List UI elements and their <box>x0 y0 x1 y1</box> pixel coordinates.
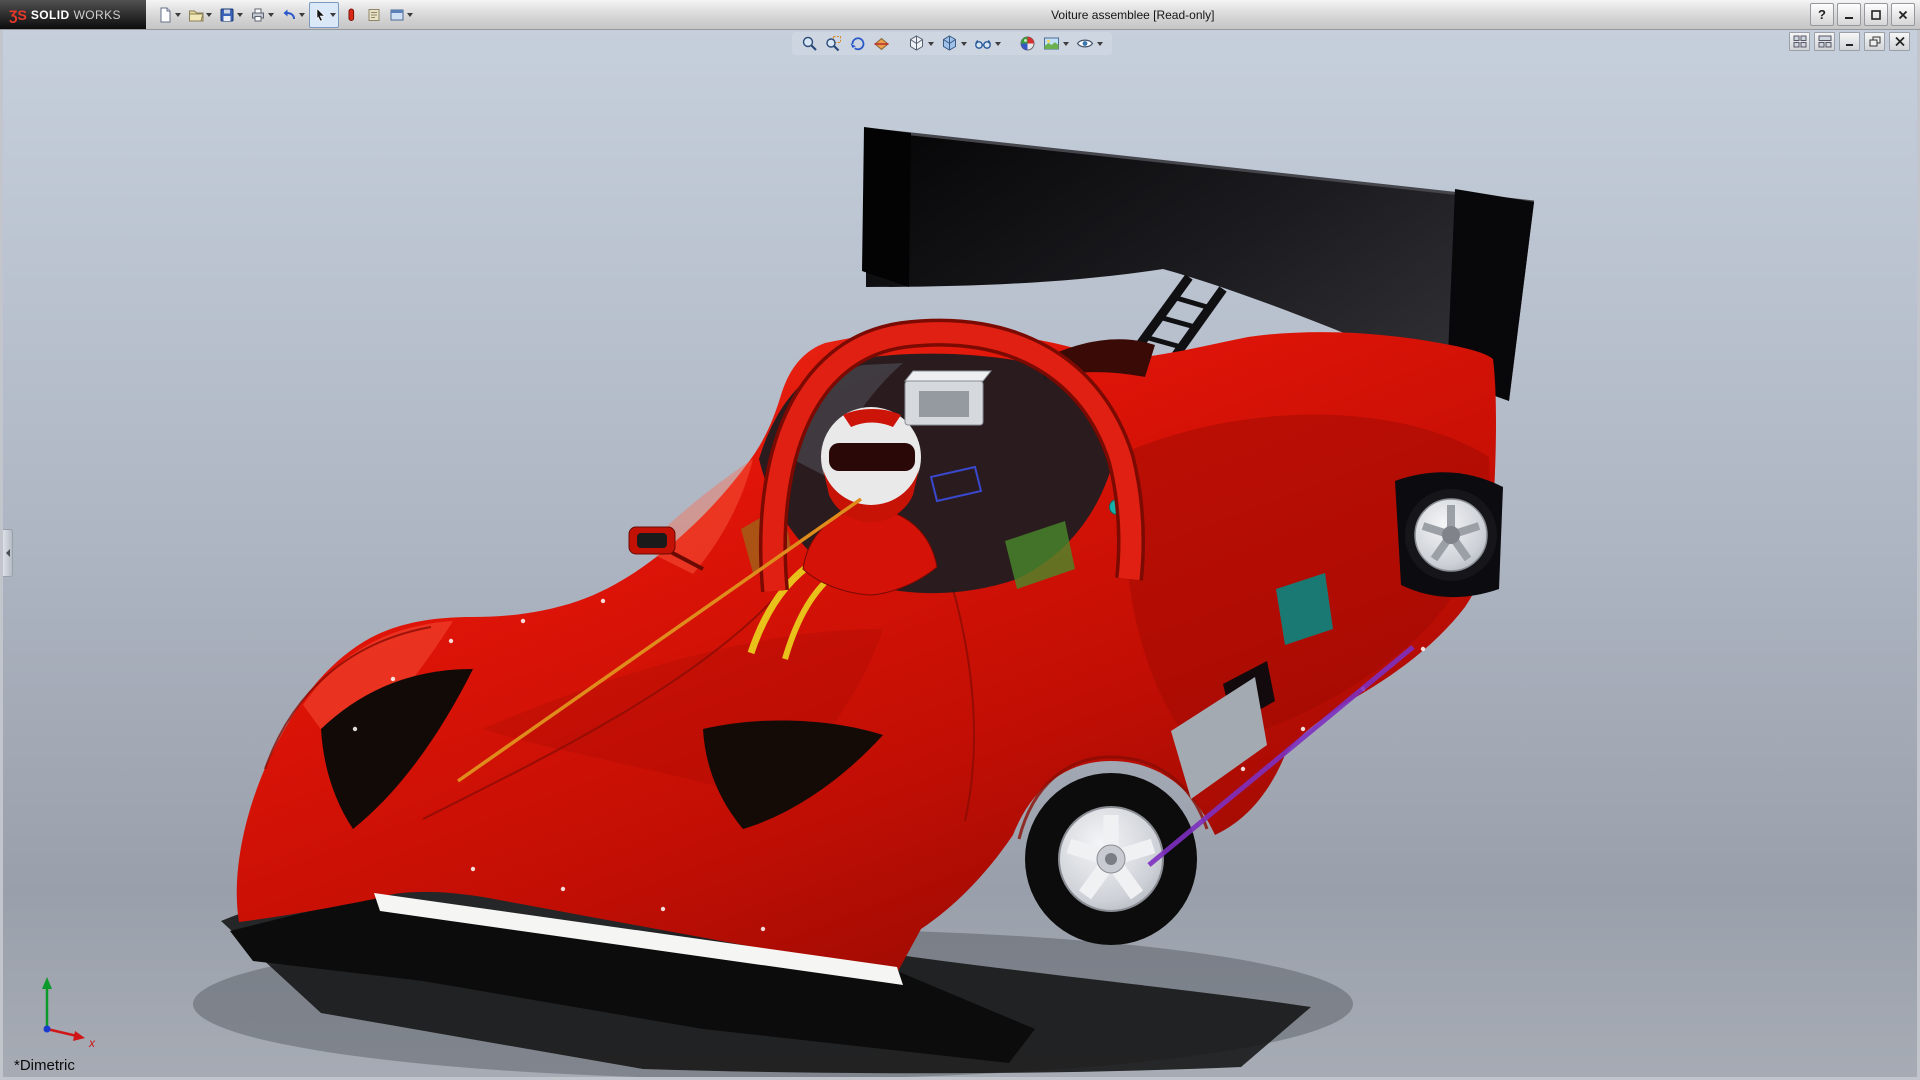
dropdown-caret-icon <box>1063 42 1069 46</box>
title-bar: ƷS SOLID WORKS <box>0 0 1920 30</box>
maximize-button[interactable] <box>1864 3 1888 26</box>
dropdown-caret-icon <box>299 13 305 17</box>
rear-wheel[interactable] <box>1025 773 1197 945</box>
window-controls: ? <box>1810 3 1915 26</box>
brand-works: WORKS <box>74 8 121 22</box>
zoom-to-fit-button[interactable] <box>800 34 819 53</box>
open-button[interactable] <box>185 2 215 28</box>
view-orientation-label: *Dimetric <box>14 1057 75 1074</box>
rebuild-icon <box>366 7 382 23</box>
brand-solid: SOLID <box>31 8 70 22</box>
undo-button[interactable] <box>278 2 308 28</box>
close-button[interactable] <box>1891 3 1915 26</box>
print-button[interactable] <box>247 2 277 28</box>
zoom-to-fit-icon <box>801 35 818 52</box>
open-folder-icon <box>188 7 204 23</box>
minimize-button[interactable] <box>1837 3 1861 26</box>
apply-scene-icon <box>1043 35 1060 52</box>
save-button[interactable] <box>216 2 246 28</box>
zoom-to-area-icon <box>825 35 842 52</box>
hide-show-items-icon <box>974 35 992 52</box>
airbox[interactable] <box>905 371 991 425</box>
print-icon <box>250 7 266 23</box>
cascade-windows-button[interactable] <box>1789 32 1810 51</box>
dropdown-caret-icon <box>1097 42 1103 46</box>
chevron-left-icon <box>6 549 10 557</box>
dropdown-caret-icon <box>928 42 934 46</box>
reference-geometry-icon <box>343 7 359 23</box>
dropdown-caret-icon <box>268 13 274 17</box>
heads-up-view-toolbar <box>792 32 1112 55</box>
hide-show-items-button[interactable] <box>973 34 1002 53</box>
save-floppy-icon <box>219 7 235 23</box>
view-orientation-cube-icon <box>908 35 925 52</box>
new-document-button[interactable] <box>154 2 184 28</box>
view-orientation-button[interactable] <box>907 34 935 53</box>
edit-appearance-button[interactable] <box>1018 34 1037 53</box>
x-axis-label: x <box>88 1036 96 1050</box>
undo-icon <box>281 7 297 23</box>
solidworks-logo: ƷS SOLID WORKS <box>0 0 146 29</box>
reference-geometry-button[interactable] <box>340 2 362 28</box>
reference-triad: x <box>21 965 105 1053</box>
display-style-button[interactable] <box>940 34 968 53</box>
section-view-button[interactable] <box>872 34 891 53</box>
zoom-to-area-button[interactable] <box>824 34 843 53</box>
options-button[interactable] <box>386 2 416 28</box>
dropdown-caret-icon <box>995 42 1001 46</box>
display-style-icon <box>941 35 958 52</box>
new-document-icon <box>157 7 173 23</box>
helmet-visor <box>829 443 915 471</box>
standard-toolbar <box>146 2 416 28</box>
dropdown-caret-icon <box>206 13 212 17</box>
options-window-icon <box>389 7 405 23</box>
rebuild-button[interactable] <box>363 2 385 28</box>
restore-document-button[interactable] <box>1864 32 1885 51</box>
tile-windows-button[interactable] <box>1814 32 1835 51</box>
help-button[interactable]: ? <box>1810 3 1834 26</box>
select-button[interactable] <box>309 2 339 28</box>
3d-viewport[interactable] <box>3 29 1917 1077</box>
view-settings-button[interactable] <box>1075 34 1104 53</box>
edit-appearance-icon <box>1019 35 1036 52</box>
ds-logo-icon: ƷS <box>9 7 27 23</box>
view-settings-icon <box>1076 35 1094 52</box>
dropdown-caret-icon <box>961 42 967 46</box>
panel-collapse-handle[interactable] <box>3 529 13 577</box>
graphics-area: x *Dimetric <box>0 29 1920 1080</box>
dropdown-caret-icon <box>330 13 336 17</box>
dropdown-caret-icon <box>237 13 243 17</box>
x-axis-arrow-icon <box>73 1031 85 1041</box>
apply-scene-button[interactable] <box>1042 34 1070 53</box>
document-window-controls <box>1789 32 1910 51</box>
dropdown-caret-icon <box>175 13 181 17</box>
dropdown-caret-icon <box>407 13 413 17</box>
document-title: Voiture assemblee [Read-only] <box>1051 8 1214 22</box>
z-axis-dot-icon <box>44 1026 51 1033</box>
previous-view-button[interactable] <box>848 34 867 53</box>
minimize-document-button[interactable] <box>1839 32 1860 51</box>
y-axis-arrow-icon <box>42 977 52 989</box>
section-view-icon <box>873 35 890 52</box>
previous-view-icon <box>849 35 866 52</box>
close-document-button[interactable] <box>1889 32 1910 51</box>
far-wheel[interactable] <box>1395 472 1503 597</box>
select-cursor-icon <box>312 7 328 23</box>
